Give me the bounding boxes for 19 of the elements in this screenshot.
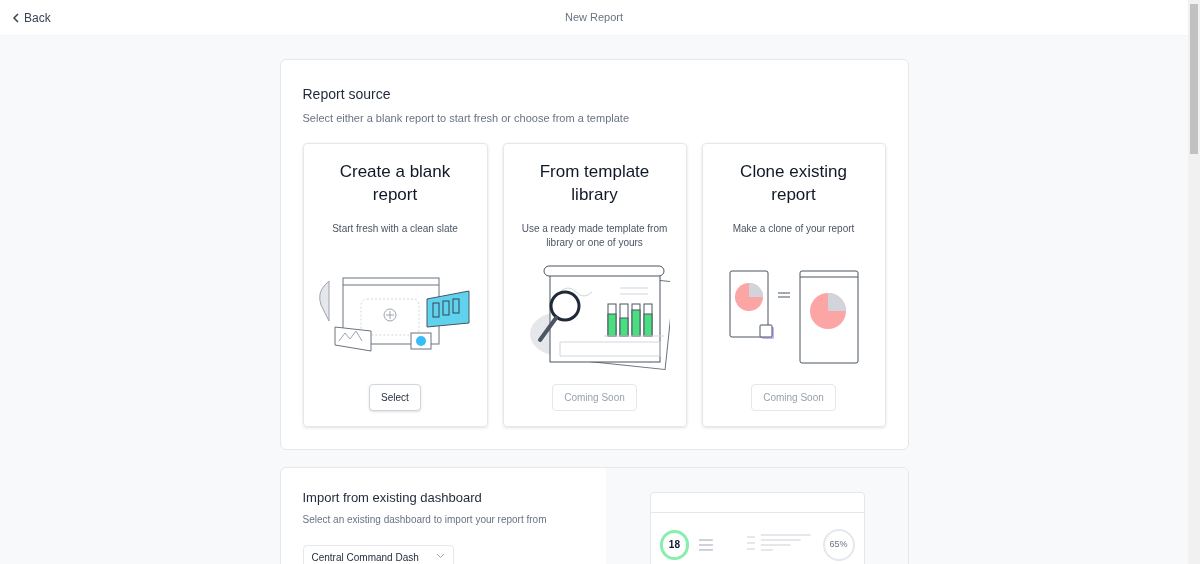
section-title: Import from existing dashboard [302,488,483,507]
option-title: Create a blank report [338,160,452,206]
percent-ring: 65% [822,528,855,561]
option-description: Make a clone of your report [732,221,855,236]
section-subtitle: Select an existing dashboard to import your report from [302,513,548,527]
option-title: Clone existing report [739,160,848,206]
section-subtitle: Select either a blank report to start fresh or choose from a template [302,111,630,126]
chevron-left-icon [12,12,20,23]
chevron-down-icon [435,553,445,559]
back-button[interactable]: Back [12,8,51,27]
section-title: Report source [302,85,392,104]
count-ring: 18 [659,529,690,560]
option-description: Use a ready made template from library or one of yours [520,221,669,250]
option-button[interactable]: Select [369,383,421,411]
scrollbar[interactable] [1188,0,1200,564]
page-title: New Report [564,10,624,26]
dashboard-select[interactable]: Central Command Dash [302,545,454,564]
option-description: Start fresh with a clean slate [332,221,458,236]
option-title: From template library [538,160,651,206]
